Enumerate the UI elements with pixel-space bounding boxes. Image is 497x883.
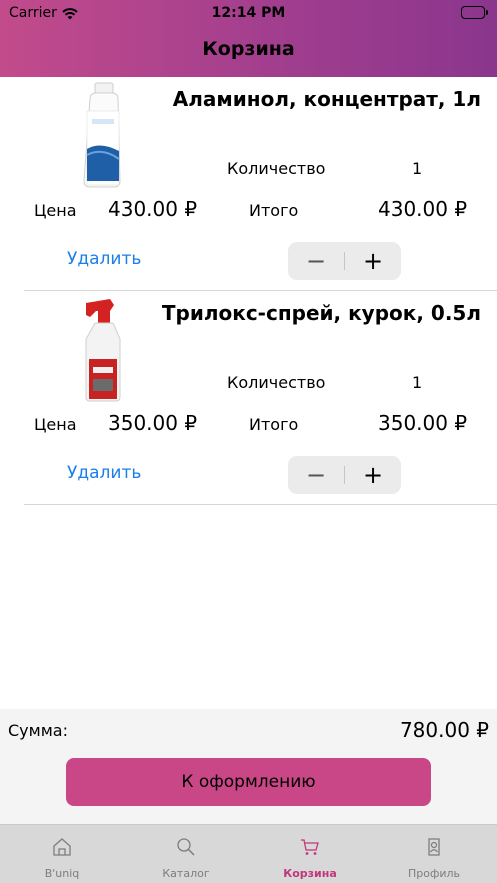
profile-icon [428, 838, 440, 856]
price-label: Цена [34, 415, 77, 434]
quantity-value: 1 [412, 159, 423, 178]
tab-buniq[interactable]: B'uniq [0, 825, 124, 883]
product-image-spray [80, 295, 128, 403]
sum-label: Сумма: [8, 721, 68, 740]
tab-profile[interactable]: Профиль [372, 825, 496, 883]
quantity-label: Количество [227, 373, 326, 392]
order-summary: Сумма: 780.00 ₽ К оформлению [0, 709, 497, 824]
home-icon [53, 838, 71, 856]
product-name: Аламинол, концентрат, 1л [172, 87, 481, 111]
quantity-value: 1 [412, 373, 423, 392]
cart-item: Аламинол, концентрат, 1л Количество 1 Це… [0, 77, 497, 291]
increment-button[interactable]: + [345, 242, 401, 280]
tab-label: B'uniq [44, 867, 80, 880]
quantity-stepper: − + [288, 242, 401, 280]
header: Carrier 12:14 PM Корзина [0, 0, 497, 77]
page-title: Корзина [202, 38, 295, 60]
total-label: Итого [249, 415, 299, 434]
tab-bar: B'uniq Каталог Корзина Профиль [0, 824, 497, 883]
delete-button[interactable]: Удалить [67, 463, 141, 483]
quantity-label: Количество [227, 159, 326, 178]
battery-icon [461, 6, 488, 19]
product-name: Трилокс-спрей, курок, 0.5л [161, 301, 481, 325]
price-value: 430.00 ₽ [108, 197, 198, 221]
price-label: Цена [34, 201, 77, 220]
total-value: 350.00 ₽ [378, 411, 468, 435]
tab-cart[interactable]: Корзина [248, 825, 372, 883]
cart-screen: Carrier 12:14 PM Корзина Аламинол, конце… [0, 0, 497, 883]
status-bar: Carrier 12:14 PM [0, 5, 497, 23]
decrement-button[interactable]: − [288, 456, 344, 494]
status-time: 12:14 PM [211, 5, 286, 21]
total-label: Итого [249, 201, 299, 220]
product-image-bottle [80, 81, 128, 189]
row-divider [24, 504, 497, 505]
quantity-stepper: − + [288, 456, 401, 494]
increment-button[interactable]: + [345, 456, 401, 494]
tab-label: Каталог [162, 867, 210, 880]
search-icon [177, 838, 195, 856]
checkout-button[interactable]: К оформлению [66, 758, 431, 806]
tab-catalog[interactable]: Каталог [124, 825, 248, 883]
decrement-button[interactable]: − [288, 242, 344, 280]
total-value: 430.00 ₽ [378, 197, 468, 221]
sum-value: 780.00 ₽ [399, 718, 489, 742]
cart-item: Трилокс-спрей, курок, 0.5л Количество 1 … [0, 291, 497, 505]
tab-label: Профиль [407, 867, 461, 880]
cart-icon [301, 839, 319, 855]
price-value: 350.00 ₽ [108, 411, 198, 435]
tab-label: Корзина [283, 867, 337, 880]
delete-button[interactable]: Удалить [67, 249, 141, 269]
